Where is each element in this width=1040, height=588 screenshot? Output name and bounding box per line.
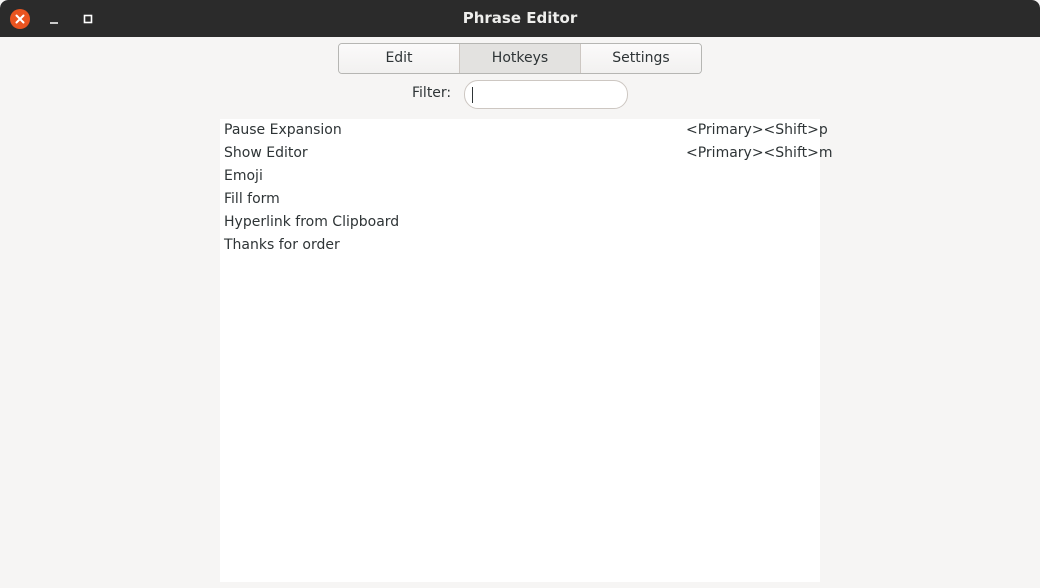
- phrase-name: Hyperlink from Clipboard: [224, 214, 400, 230]
- phrase-hotkey: <Primary><Shift>m: [686, 145, 833, 161]
- tab-hotkeys[interactable]: Hotkeys: [460, 44, 581, 73]
- mode-tabs: Edit Hotkeys Settings: [338, 43, 702, 74]
- phrase-name: Pause Expansion: [224, 122, 342, 138]
- phrase-hotkey-list: Pause Expansion <Primary><Shift>p Show E…: [220, 119, 832, 582]
- phrase-name: Emoji: [224, 168, 263, 184]
- text-caret: [472, 87, 473, 103]
- title-bar[interactable]: Phrase Editor: [0, 0, 1040, 37]
- phrase-name: Show Editor: [224, 145, 308, 161]
- phrase-editor-window: Phrase Editor Edit Hotkeys Settings Filt…: [0, 0, 1040, 588]
- phrase-name: Thanks for order: [224, 237, 340, 253]
- window-title: Phrase Editor: [462, 9, 578, 27]
- list-item[interactable]: Hyperlink from Clipboard: [220, 211, 820, 234]
- list-item[interactable]: Show Editor <Primary><Shift>m: [220, 142, 832, 165]
- tab-edit[interactable]: Edit: [339, 44, 460, 73]
- phrase-name: Fill form: [224, 191, 280, 207]
- tab-settings[interactable]: Settings: [581, 44, 701, 73]
- list-item[interactable]: Pause Expansion <Primary><Shift>p: [220, 119, 828, 142]
- list-item[interactable]: Fill form: [220, 188, 820, 211]
- phrase-hotkey: <Primary><Shift>p: [686, 122, 828, 138]
- filter-label: Filter:: [412, 85, 452, 101]
- list-item[interactable]: Thanks for order: [220, 234, 820, 257]
- filter-input[interactable]: [464, 80, 628, 109]
- list-item[interactable]: Emoji: [220, 165, 820, 188]
